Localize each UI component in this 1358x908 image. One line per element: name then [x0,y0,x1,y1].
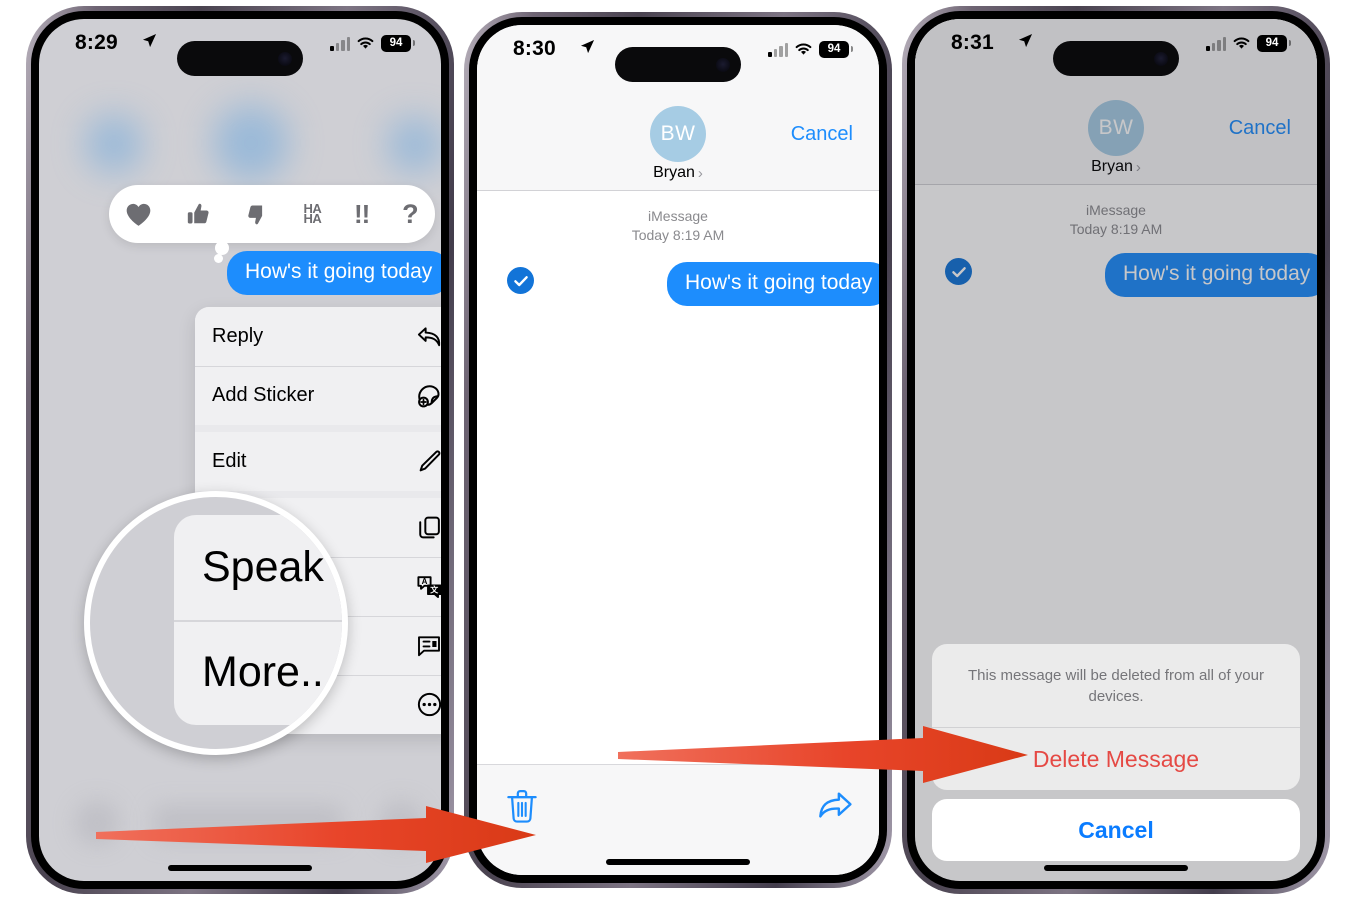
action-sheet-cancel-button[interactable]: Cancel [932,799,1300,861]
tapback-tail-dot-small [214,254,223,263]
message-bubble[interactable]: How's it going today [667,262,879,306]
svg-text:A: A [421,577,427,586]
location-arrow-icon [142,33,157,48]
speak-bubble-icon [414,631,441,661]
copy-icon [414,513,441,543]
status-time: 8:29 [75,31,118,54]
phone-3-status-bar: 8:31 94 [915,19,1317,76]
message-selected-checkbox[interactable] [507,267,534,294]
tapback-reaction-bar[interactable]: HA HA !! ? [109,185,435,243]
magnified-row-speak[interactable]: Speak [174,515,342,620]
magnified-menu-panel: Speak More... [174,515,342,725]
ellipsis-circle-icon [414,690,441,720]
home-indicator [606,859,750,865]
status-indicators: 94 [1206,35,1291,52]
battery-percent: 94 [389,36,403,49]
menu-group-1: Reply Add Sticker [195,307,441,425]
front-camera-icon [716,57,730,72]
menu-item-label: Reply [212,325,264,347]
menu-item-edit[interactable]: Edit [195,432,441,491]
message-timestamp: Today 8:19 AM [631,227,725,243]
translate-icon: A 文 [414,572,441,602]
magnifier-loupe: Speak More... [84,491,348,755]
battery-percent: 94 [827,42,841,55]
magnified-label-speak: Speak [202,543,324,591]
menu-item-reply[interactable]: Reply [195,307,441,366]
location-arrow-icon [580,39,595,54]
sticker-icon [414,381,441,411]
magnified-label-more: More... [202,648,336,696]
contact-name-button[interactable]: Bryan › [653,164,703,182]
haha-line-2: HA [303,211,322,226]
svg-text:文: 文 [430,585,439,595]
arrow-to-trash-icon [96,806,536,863]
wifi-icon [357,37,374,49]
forward-arrow-icon[interactable] [817,789,852,823]
status-indicators: 94 [768,41,853,58]
battery-indicator: 94 [819,41,853,58]
thumbs-down-reaction-icon[interactable] [245,201,271,227]
phone-2-status-bar: 8:30 94 [477,25,879,82]
status-indicators: 94 [330,35,415,52]
avatar[interactable]: BW [650,106,706,162]
cellular-signal-icon [1206,36,1226,51]
service-label: iMessage [648,208,708,224]
chevron-right-icon: › [697,164,703,182]
heart-reaction-icon[interactable] [125,202,152,227]
status-time: 8:30 [513,37,556,60]
exclamation-reaction-icon[interactable]: !! [354,201,370,227]
menu-group-2: Edit [195,432,441,491]
pencil-icon [414,447,441,477]
question-reaction-icon[interactable]: ? [402,200,419,228]
thumbs-up-reaction-icon[interactable] [185,201,212,228]
magnifier-content: Speak More... [90,497,342,749]
phone-1-status-bar: 8:29 94 [39,19,441,76]
contact-name-label: Bryan [653,164,695,181]
dynamic-island [177,41,303,76]
reply-arrow-icon [414,322,441,352]
menu-item-label: Edit [212,450,247,472]
checkmark-icon [513,275,528,286]
phone-1-frame: 8:29 94 HA HA !! ? How's it going today … [26,6,454,894]
cellular-signal-icon [768,42,788,57]
haha-reaction-icon[interactable]: HA HA [303,202,322,226]
menu-item-add-sticker[interactable]: Add Sticker [195,366,441,425]
battery-indicator: 94 [1257,35,1291,52]
cellular-signal-icon [330,36,350,51]
status-time: 8:31 [951,31,994,54]
dynamic-island [615,47,741,82]
dynamic-island [1053,41,1179,76]
home-indicator [1044,865,1188,871]
tapback-tail-dot-large [215,241,229,255]
location-arrow-icon [1018,33,1033,48]
menu-item-label: Add Sticker [212,384,315,406]
wifi-icon [1233,37,1250,49]
message-bubble[interactable]: How's it going today [227,251,441,295]
battery-indicator: 94 [381,35,415,52]
arrow-to-delete-message [618,726,1028,783]
action-sheet-message: This message will be deleted from all of… [932,644,1300,728]
front-camera-icon [1154,51,1168,66]
front-camera-icon [278,51,292,66]
cancel-button[interactable]: Cancel [791,123,853,146]
magnified-row-more[interactable]: More... [174,620,342,725]
battery-percent: 94 [1265,36,1279,49]
wifi-icon [795,43,812,55]
